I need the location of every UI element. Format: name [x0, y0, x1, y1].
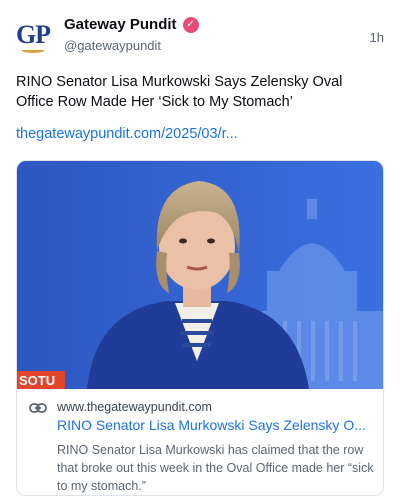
- post-timestamp[interactable]: 1h: [370, 30, 384, 45]
- link-preview-card[interactable]: SOTU www.thegatewaypundit.com RINO Senat…: [16, 160, 384, 496]
- link-preview-description: RINO Senator Lisa Murkowski has claimed …: [57, 443, 374, 493]
- post-link[interactable]: thegatewaypundit.com/2025/03/r...: [16, 126, 238, 142]
- author-handle[interactable]: @gatewaypundit: [64, 38, 161, 53]
- avatar-swoosh-icon: [22, 48, 44, 53]
- post-text: RINO Senator Lisa Murkowski Says Zelensk…: [16, 74, 343, 110]
- link-preview-domain: www.thegatewaypundit.com: [57, 400, 212, 414]
- avatar-logo-text: GP: [15, 20, 51, 49]
- avatar[interactable]: GP: [10, 14, 56, 60]
- author-name-row: Gateway Pundit ✓: [64, 16, 199, 33]
- image-caption: SOTU: [19, 373, 55, 388]
- link-icon: [29, 403, 47, 413]
- link-preview-title[interactable]: RINO Senator Lisa Murkowski Says Zelensk…: [57, 417, 375, 433]
- link-preview-image: SOTU: [17, 161, 383, 389]
- social-post: GP Gateway Pundit ✓ @gatewaypundit 1h RI…: [0, 0, 400, 500]
- verified-badge-icon: ✓: [182, 16, 199, 33]
- author-display-name[interactable]: Gateway Pundit: [64, 16, 177, 33]
- link-preview-meta: www.thegatewaypundit.com RINO Senator Li…: [17, 389, 383, 495]
